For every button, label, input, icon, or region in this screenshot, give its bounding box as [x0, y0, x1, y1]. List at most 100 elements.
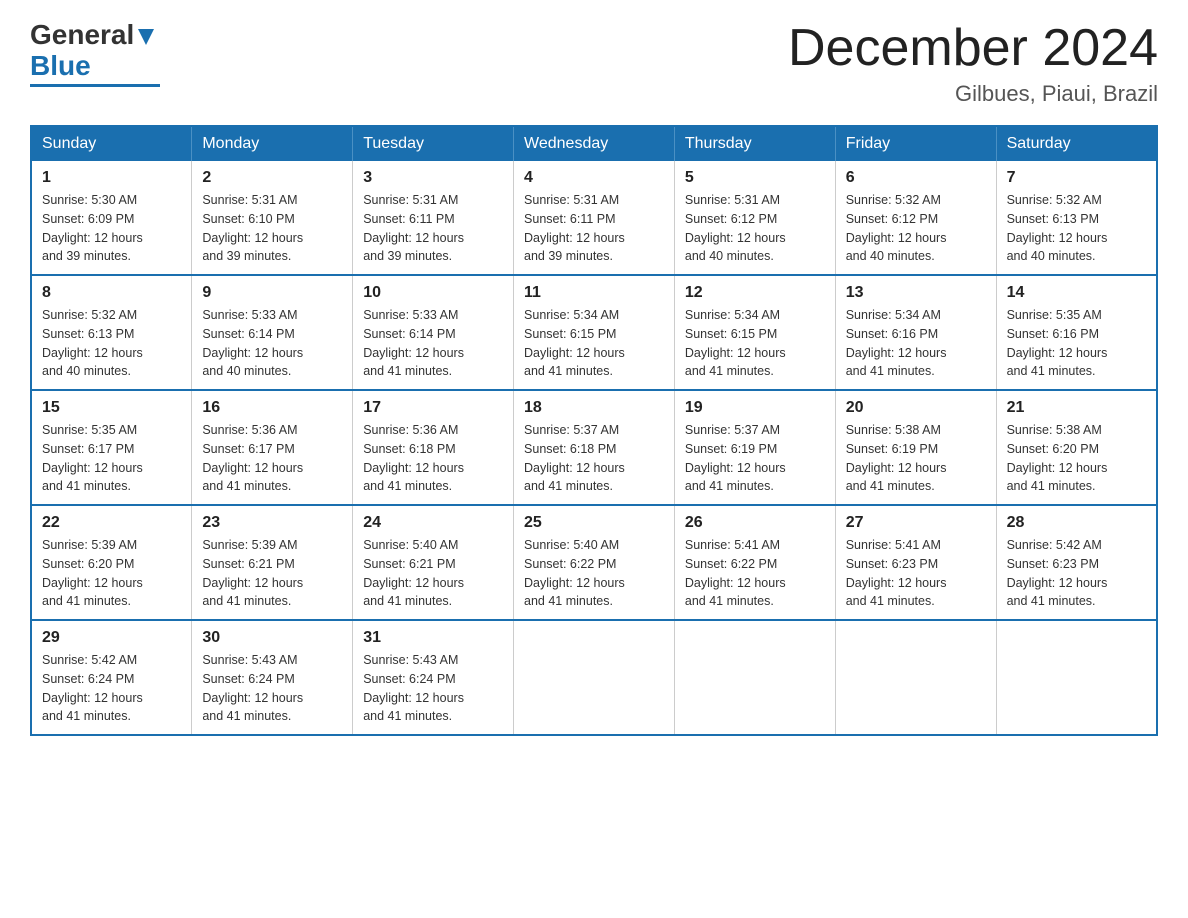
day-info: Sunrise: 5:32 AMSunset: 6:12 PMDaylight:…: [846, 191, 986, 266]
calendar-cell: 9 Sunrise: 5:33 AMSunset: 6:14 PMDaylight…: [192, 275, 353, 390]
day-number: 21: [1007, 399, 1146, 417]
day-number: 22: [42, 514, 181, 532]
calendar-week-row: 29Sunrise: 5:42 AMSunset: 6:24 PMDayligh…: [31, 620, 1157, 735]
day-info: Sunrise: 5:39 AMSunset: 6:21 PMDaylight:…: [202, 536, 342, 611]
calendar-cell: 31Sunrise: 5:43 AMSunset: 6:24 PMDayligh…: [353, 620, 514, 735]
calendar-cell: 10Sunrise: 5:33 AMSunset: 6:14 PMDayligh…: [353, 275, 514, 390]
day-number: 15: [42, 399, 181, 417]
day-info: Sunrise: 5:37 AMSunset: 6:18 PMDaylight:…: [524, 421, 664, 496]
day-number: 28: [1007, 514, 1146, 532]
calendar-cell: 13 Sunrise: 5:34 AMSunset: 6:16 PMDayligh…: [835, 275, 996, 390]
logo: General Blue: [30, 20, 160, 87]
calendar-cell: [996, 620, 1157, 735]
weekday-header-sunday: Sunday: [31, 126, 192, 161]
day-number: 19: [685, 399, 825, 417]
day-number: 11: [524, 284, 664, 302]
day-number: 26: [685, 514, 825, 532]
day-number: 25: [524, 514, 664, 532]
calendar-cell: 19 Sunrise: 5:37 AMSunset: 6:19 PMDayligh…: [674, 390, 835, 505]
day-number: 17: [363, 399, 503, 417]
day-info: Sunrise: 5:31 AMSunset: 6:12 PMDaylight:…: [685, 191, 825, 266]
day-info: Sunrise: 5:34 AMSunset: 6:15 PMDaylight:…: [685, 306, 825, 381]
calendar-cell: 27Sunrise: 5:41 AMSunset: 6:23 PMDayligh…: [835, 505, 996, 620]
logo-underline: [30, 84, 160, 87]
day-number: 1: [42, 169, 181, 187]
calendar-cell: 17 Sunrise: 5:36 AMSunset: 6:18 PMDayligh…: [353, 390, 514, 505]
day-number: 13: [846, 284, 986, 302]
day-number: 2: [202, 169, 342, 187]
day-info: Sunrise: 5:38 AMSunset: 6:19 PMDaylight:…: [846, 421, 986, 496]
calendar-week-row: 22 Sunrise: 5:39 AMSunset: 6:20 PMDayligh…: [31, 505, 1157, 620]
day-number: 12: [685, 284, 825, 302]
calendar-cell: 11 Sunrise: 5:34 AMSunset: 6:15 PMDayligh…: [514, 275, 675, 390]
calendar-week-row: 15 Sunrise: 5:35 AMSunset: 6:17 PMDayligh…: [31, 390, 1157, 505]
day-info: Sunrise: 5:39 AMSunset: 6:20 PMDaylight:…: [42, 536, 181, 611]
calendar-cell: 20 Sunrise: 5:38 AMSunset: 6:19 PMDayligh…: [835, 390, 996, 505]
calendar-week-row: 8 Sunrise: 5:32 AMSunset: 6:13 PMDaylight…: [31, 275, 1157, 390]
weekday-header-tuesday: Tuesday: [353, 126, 514, 161]
calendar-cell: 6 Sunrise: 5:32 AMSunset: 6:12 PMDaylight…: [835, 161, 996, 275]
calendar-cell: 26Sunrise: 5:41 AMSunset: 6:22 PMDayligh…: [674, 505, 835, 620]
calendar-cell: 25 Sunrise: 5:40 AMSunset: 6:22 PMDayligh…: [514, 505, 675, 620]
weekday-header-thursday: Thursday: [674, 126, 835, 161]
calendar-cell: 16Sunrise: 5:36 AMSunset: 6:17 PMDayligh…: [192, 390, 353, 505]
day-number: 4: [524, 169, 664, 187]
logo-blue-text: Blue: [30, 51, 91, 82]
day-number: 6: [846, 169, 986, 187]
day-info: Sunrise: 5:32 AMSunset: 6:13 PMDaylight:…: [1007, 191, 1146, 266]
day-number: 14: [1007, 284, 1146, 302]
day-number: 20: [846, 399, 986, 417]
day-info: Sunrise: 5:30 AMSunset: 6:09 PMDaylight:…: [42, 191, 181, 266]
day-info: Sunrise: 5:31 AMSunset: 6:10 PMDaylight:…: [202, 191, 342, 266]
day-info: Sunrise: 5:36 AMSunset: 6:18 PMDaylight:…: [363, 421, 503, 496]
calendar-cell: 2 Sunrise: 5:31 AMSunset: 6:10 PMDaylight…: [192, 161, 353, 275]
day-number: 7: [1007, 169, 1146, 187]
weekday-header-saturday: Saturday: [996, 126, 1157, 161]
day-info: Sunrise: 5:32 AMSunset: 6:13 PMDaylight:…: [42, 306, 181, 381]
title-block: December 2024 Gilbues, Piaui, Brazil: [788, 20, 1158, 107]
day-info: Sunrise: 5:33 AMSunset: 6:14 PMDaylight:…: [202, 306, 342, 381]
day-number: 8: [42, 284, 181, 302]
calendar-cell: 4 Sunrise: 5:31 AMSunset: 6:11 PMDaylight…: [514, 161, 675, 275]
day-info: Sunrise: 5:40 AMSunset: 6:21 PMDaylight:…: [363, 536, 503, 611]
calendar-cell: 15 Sunrise: 5:35 AMSunset: 6:17 PMDayligh…: [31, 390, 192, 505]
day-number: 18: [524, 399, 664, 417]
calendar-cell: 3 Sunrise: 5:31 AMSunset: 6:11 PMDaylight…: [353, 161, 514, 275]
calendar-cell: [674, 620, 835, 735]
logo-blue: Blue: [30, 50, 91, 81]
calendar-cell: 24Sunrise: 5:40 AMSunset: 6:21 PMDayligh…: [353, 505, 514, 620]
day-info: Sunrise: 5:35 AMSunset: 6:17 PMDaylight:…: [42, 421, 181, 496]
calendar-table: SundayMondayTuesdayWednesdayThursdayFrid…: [30, 125, 1158, 736]
calendar-header-row: SundayMondayTuesdayWednesdayThursdayFrid…: [31, 126, 1157, 161]
day-number: 30: [202, 629, 342, 647]
logo-text: General: [30, 20, 157, 51]
calendar-cell: 29Sunrise: 5:42 AMSunset: 6:24 PMDayligh…: [31, 620, 192, 735]
day-info: Sunrise: 5:40 AMSunset: 6:22 PMDaylight:…: [524, 536, 664, 611]
calendar-cell: 21Sunrise: 5:38 AMSunset: 6:20 PMDayligh…: [996, 390, 1157, 505]
calendar-cell: 23Sunrise: 5:39 AMSunset: 6:21 PMDayligh…: [192, 505, 353, 620]
day-info: Sunrise: 5:37 AMSunset: 6:19 PMDaylight:…: [685, 421, 825, 496]
day-info: Sunrise: 5:42 AMSunset: 6:23 PMDaylight:…: [1007, 536, 1146, 611]
calendar-cell: [514, 620, 675, 735]
location-title: Gilbues, Piaui, Brazil: [788, 81, 1158, 107]
day-info: Sunrise: 5:31 AMSunset: 6:11 PMDaylight:…: [524, 191, 664, 266]
day-number: 3: [363, 169, 503, 187]
calendar-cell: 5Sunrise: 5:31 AMSunset: 6:12 PMDaylight…: [674, 161, 835, 275]
calendar-cell: 12 Sunrise: 5:34 AMSunset: 6:15 PMDayligh…: [674, 275, 835, 390]
month-title: December 2024: [788, 20, 1158, 77]
day-number: 9: [202, 284, 342, 302]
weekday-header-monday: Monday: [192, 126, 353, 161]
day-info: Sunrise: 5:34 AMSunset: 6:16 PMDaylight:…: [846, 306, 986, 381]
day-info: Sunrise: 5:31 AMSunset: 6:11 PMDaylight:…: [363, 191, 503, 266]
calendar-week-row: 1 Sunrise: 5:30 AMSunset: 6:09 PMDaylight…: [31, 161, 1157, 275]
day-number: 27: [846, 514, 986, 532]
day-info: Sunrise: 5:43 AMSunset: 6:24 PMDaylight:…: [363, 651, 503, 726]
calendar-cell: 7 Sunrise: 5:32 AMSunset: 6:13 PMDaylight…: [996, 161, 1157, 275]
calendar-cell: [835, 620, 996, 735]
day-number: 10: [363, 284, 503, 302]
calendar-cell: 18 Sunrise: 5:37 AMSunset: 6:18 PMDayligh…: [514, 390, 675, 505]
calendar-cell: 8 Sunrise: 5:32 AMSunset: 6:13 PMDaylight…: [31, 275, 192, 390]
day-info: Sunrise: 5:35 AMSunset: 6:16 PMDaylight:…: [1007, 306, 1146, 381]
calendar-cell: 1 Sunrise: 5:30 AMSunset: 6:09 PMDaylight…: [31, 161, 192, 275]
day-info: Sunrise: 5:34 AMSunset: 6:15 PMDaylight:…: [524, 306, 664, 381]
